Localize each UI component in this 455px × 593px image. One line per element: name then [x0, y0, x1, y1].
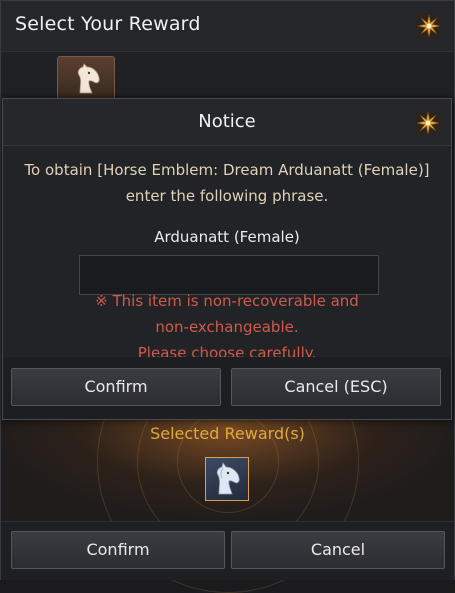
- title-bar: Select Your Reward: [1, 1, 454, 52]
- required-phrase: Arduanatt (Female): [154, 228, 300, 246]
- dialog-cancel-button[interactable]: Cancel (ESC): [231, 368, 441, 406]
- warning-line: ※ This item is non-recoverable and: [95, 292, 359, 310]
- cancel-button[interactable]: Cancel: [231, 531, 445, 569]
- horse-emblem-icon: [216, 462, 240, 495]
- bottom-action-bar: Confirm Cancel: [1, 521, 454, 580]
- compass-emblem-icon[interactable]: [416, 13, 442, 39]
- reward-tab-strip: [1, 52, 454, 102]
- phrase-input[interactable]: [79, 255, 379, 295]
- warning-line: non-exchangeable.: [155, 318, 299, 336]
- selected-reward-item[interactable]: [205, 457, 249, 501]
- window-title: Select Your Reward: [15, 13, 201, 35]
- notice-dialog-title: Notice: [198, 111, 256, 132]
- notice-dialog-footer: Confirm Cancel (ESC): [3, 357, 451, 419]
- selected-rewards-label: Selected Reward(s): [150, 424, 305, 443]
- notice-message-line: enter the following phrase.: [125, 187, 329, 205]
- notice-dialog-header: Notice: [3, 99, 451, 146]
- confirm-button[interactable]: Confirm: [11, 531, 225, 569]
- horse-head-icon: [77, 63, 100, 94]
- notice-message-line: To obtain [Horse Emblem: Dream Arduanatt…: [24, 161, 430, 179]
- dialog-confirm-button[interactable]: Confirm: [11, 368, 221, 406]
- horse-reward-tab[interactable]: [57, 56, 115, 100]
- notice-dialog: Notice To obtain [Horse Emblem: Dream Ar…: [2, 98, 452, 420]
- compass-emblem-icon: [415, 110, 441, 136]
